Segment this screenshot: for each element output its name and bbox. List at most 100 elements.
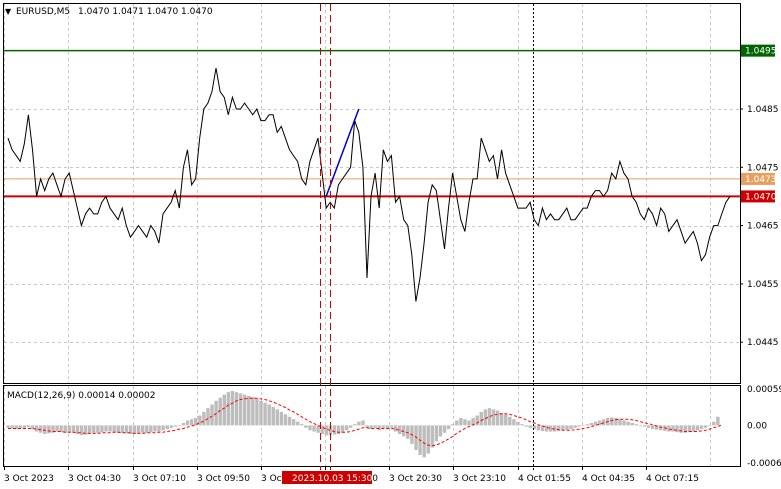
- macd-bar: [71, 425, 76, 433]
- time-tick-label: 3 Oct 07:10: [133, 474, 186, 484]
- macd-bar: [716, 416, 720, 426]
- macd-bar: [230, 390, 235, 426]
- macd-bar: [332, 425, 337, 435]
- macd-bar: [96, 425, 100, 433]
- macd-bar: [206, 408, 210, 426]
- macd-bar: [438, 425, 443, 437]
- price-axis: 1.0485 1.0475 1.0465 1.0455 1.0445: [740, 105, 779, 348]
- macd-bar: [108, 425, 112, 432]
- macd-bar: [344, 425, 349, 431]
- price-tag-label: 1.0470: [745, 192, 777, 202]
- macd-bar: [422, 425, 426, 458]
- macd-bar: [349, 425, 353, 428]
- macd-bar: [153, 425, 157, 432]
- macd-bar: [136, 425, 141, 434]
- macd-bar: [275, 409, 280, 426]
- price-tick-label: 1.0445: [747, 338, 779, 348]
- macd-bar: [561, 425, 565, 431]
- macd-bar: [504, 414, 508, 426]
- macd-bar: [340, 425, 345, 433]
- macd-bar: [671, 425, 675, 432]
- macd-bar: [361, 420, 365, 426]
- macd-bar: [634, 424, 638, 426]
- macd-bar: [479, 411, 483, 426]
- macd-bar: [638, 425, 643, 426]
- macd-bar: [353, 424, 357, 426]
- macd-bar: [255, 398, 259, 426]
- macd-bar: [251, 397, 255, 426]
- macd-bar: [642, 425, 647, 427]
- macd-bar: [6, 425, 10, 428]
- macd-bar: [459, 418, 463, 426]
- macd-bar: [434, 425, 439, 442]
- time-tick-label: 3 Oct 04:30: [68, 474, 121, 484]
- macd-bar: [324, 425, 328, 436]
- highlighted-time-tag: 2023.10.03 15:30: [282, 471, 373, 484]
- macd-bar: [569, 425, 573, 430]
- macd-bar: [222, 394, 226, 426]
- macd-bar: [699, 425, 704, 430]
- macd-bar: [589, 422, 594, 426]
- macd-bar: [189, 419, 194, 426]
- macd-bar: [499, 413, 504, 426]
- macd-bar: [165, 425, 169, 430]
- macd-tick-label: 0.00059: [747, 385, 781, 395]
- time-tick-label: 3 Oct 2023: [4, 474, 54, 484]
- macd-bar: [47, 425, 51, 434]
- macd-bar: [132, 425, 137, 434]
- macd-bar: [226, 392, 231, 426]
- macd-bar: [544, 425, 549, 432]
- trading-chart[interactable]: ▼ EURUSD,M5 1.0470 1.0471 1.0470 1.0470 …: [0, 0, 781, 489]
- macd-bar: [267, 404, 271, 426]
- macd-bar: [442, 425, 447, 433]
- symbol-menu-icon[interactable]: ▼: [5, 7, 12, 16]
- macd-bar: [185, 420, 190, 426]
- macd-bar: [463, 419, 467, 426]
- macd-tick-label: 0.00: [747, 421, 767, 431]
- macd-bar: [259, 400, 263, 426]
- macd-bar: [234, 392, 239, 426]
- macd-bar: [169, 425, 173, 428]
- macd-bar: [495, 410, 500, 426]
- macd-bar: [157, 425, 161, 432]
- macd-bar: [536, 425, 541, 431]
- macd-bar: [247, 395, 251, 426]
- ohlc-values: 1.0470 1.0471 1.0470 1.0470: [78, 7, 213, 17]
- macd-bar: [430, 425, 435, 448]
- macd-axis: 0.00059 0.00 -0.00061: [747, 385, 781, 469]
- macd-bar: [381, 425, 386, 428]
- macd-bar: [708, 425, 712, 426]
- macd-bar: [79, 425, 84, 436]
- time-tick-label: 4 Oct 07:15: [646, 474, 699, 484]
- macd-bar: [141, 425, 145, 433]
- macd-bar: [116, 425, 120, 433]
- macd-bar: [695, 425, 700, 431]
- macd-bar: [336, 425, 341, 434]
- macd-bar: [626, 421, 630, 426]
- trend-line[interactable]: [325, 108, 360, 197]
- macd-bar: [296, 421, 300, 426]
- macd-bar: [373, 425, 377, 428]
- macd-bar: [173, 425, 178, 427]
- macd-bar: [455, 420, 459, 426]
- price-line: [7, 68, 731, 302]
- macd-bar: [646, 425, 651, 428]
- macd-bar: [149, 425, 153, 433]
- macd-bar: [528, 425, 532, 428]
- macd-bar: [320, 425, 324, 434]
- price-tick-label: 1.0485: [747, 105, 779, 115]
- macd-bar: [300, 424, 304, 426]
- price-tick-label: 1.0465: [747, 222, 779, 232]
- macd-bar: [263, 402, 267, 426]
- macd-bar: [55, 425, 59, 432]
- symbol-label: EURUSD,M5: [16, 7, 70, 17]
- macd-bar: [508, 416, 512, 426]
- macd-bar: [512, 419, 516, 426]
- price-tag-label: 1.0495: [745, 47, 777, 57]
- macd-bar: [210, 404, 214, 426]
- macd-bar: [712, 421, 716, 426]
- macd-bar: [577, 425, 581, 427]
- macd-bar: [610, 417, 614, 426]
- macd-bar: [389, 425, 394, 428]
- macd-bar: [26, 425, 31, 428]
